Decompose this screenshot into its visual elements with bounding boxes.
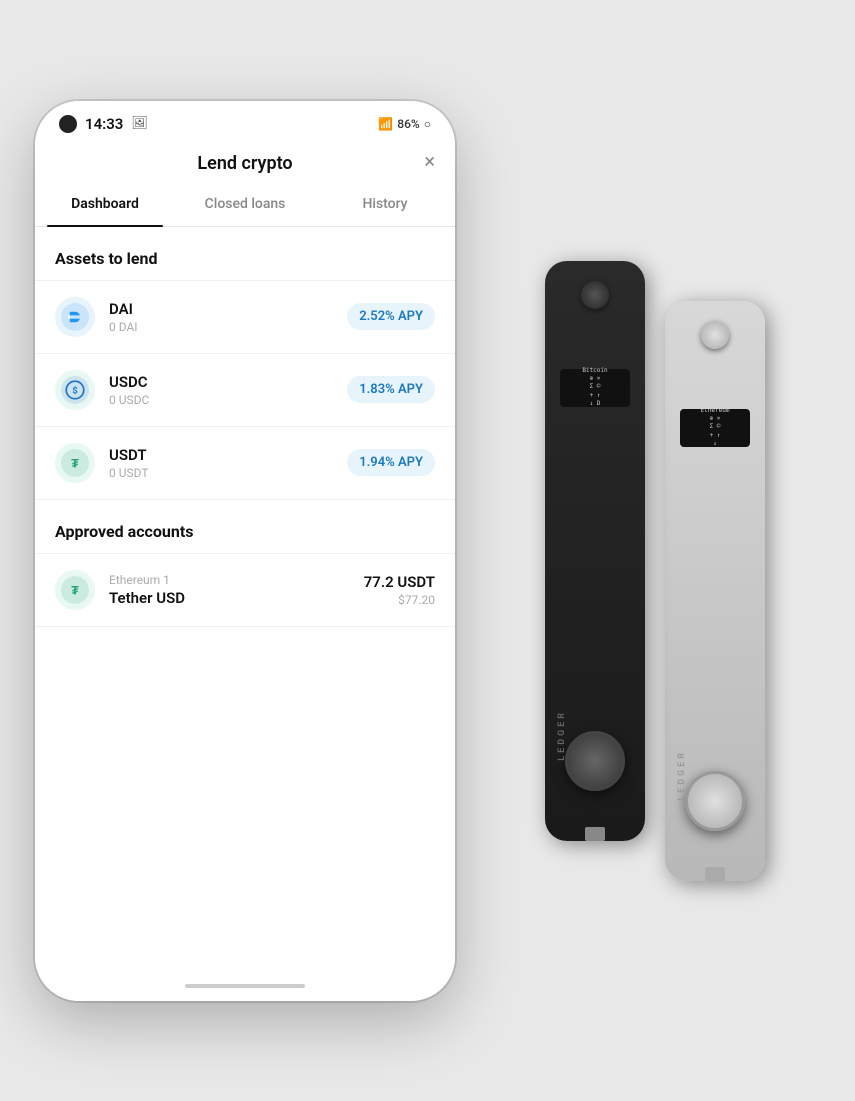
battery-icon: ○ xyxy=(424,117,431,131)
home-indicator xyxy=(35,971,455,1001)
usdt-apy-badge: 1.94% APY xyxy=(347,449,435,476)
asset-list: DAI 0 DAI 2.52% APY $ US xyxy=(35,280,455,500)
usdc-icon: $ xyxy=(55,370,95,410)
screen-text-silver: Ethereum⊕ ×Σ ©+ ↑↓ xyxy=(701,407,730,449)
app-header: Lend crypto × xyxy=(35,141,455,182)
ledger-label-silver: LEDGER xyxy=(677,750,687,801)
dai-icon xyxy=(55,297,95,337)
status-time: 14:33 xyxy=(85,115,123,133)
signal-icon: 📶 xyxy=(378,117,393,131)
tab-history[interactable]: History xyxy=(315,182,455,226)
ledger-device-black: Bitcoin⊕ ×Σ ©+ ↑↓ D LEDGER xyxy=(545,261,645,841)
dai-balance: 0 DAI xyxy=(109,320,333,334)
dai-info: DAI 0 DAI xyxy=(109,300,333,334)
approved-section-title: Approved accounts xyxy=(35,500,455,553)
asset-item-usdt[interactable]: ₮ USDT 0 USDT 1.94% APY xyxy=(35,427,455,500)
screen-text-black: Bitcoin⊕ ×Σ ©+ ↑↓ D xyxy=(582,367,607,409)
usdc-symbol: USDC xyxy=(109,373,333,391)
phone: 14:33 🖼 📶 86% ○ Lend crypto × Dashboard … xyxy=(35,101,455,1001)
battery-text: 86% xyxy=(397,117,419,131)
device-screen-black: Bitcoin⊕ ×Σ ©+ ↑↓ D xyxy=(560,369,630,407)
dai-symbol: DAI xyxy=(109,300,333,318)
usdc-info: USDC 0 USDC xyxy=(109,373,333,407)
approved-info: Ethereum 1 Tether USD xyxy=(109,573,350,607)
usdt-balance: 0 USDT xyxy=(109,466,333,480)
tab-dashboard[interactable]: Dashboard xyxy=(35,182,175,226)
ledger-device-silver: Ethereum⊕ ×Σ ©+ ↑↓ LEDGER xyxy=(665,301,765,881)
ledger-label-black: LEDGER xyxy=(557,710,567,761)
usb-connector-black xyxy=(585,827,605,841)
approved-amount-block: 77.2 USDT $77.20 xyxy=(364,573,435,607)
approved-usdt-icon: ₮ xyxy=(55,570,95,610)
device-screen-silver: Ethereum⊕ ×Σ ©+ ↑↓ xyxy=(680,409,750,447)
dai-apy-badge: 2.52% APY xyxy=(347,303,435,330)
close-button[interactable]: × xyxy=(424,151,435,171)
status-bar: 14:33 🖼 📶 86% ○ xyxy=(35,101,455,141)
home-bar xyxy=(185,984,305,988)
device-main-button-silver xyxy=(685,771,745,831)
phone-wrapper: 14:33 🖼 📶 86% ○ Lend crypto × Dashboard … xyxy=(0,0,490,1101)
asset-item-usdc[interactable]: $ USDC 0 USDC 1.83% APY xyxy=(35,354,455,427)
approved-account: Ethereum 1 xyxy=(109,573,350,587)
usdc-apy-badge: 1.83% APY xyxy=(347,376,435,403)
app-title: Lend crypto xyxy=(197,153,292,174)
tab-bar: Dashboard Closed loans History xyxy=(35,182,455,227)
approved-usd-amount: $77.20 xyxy=(364,593,435,607)
svg-text:₮: ₮ xyxy=(71,583,79,597)
ledger-devices: Bitcoin⊕ ×Σ ©+ ↑↓ D LEDGER Ethereum⊕ ×Σ … xyxy=(455,101,855,1001)
approved-name: Tether USD xyxy=(109,589,350,607)
device-body-silver: Ethereum⊕ ×Σ ©+ ↑↓ LEDGER xyxy=(665,301,765,881)
approved-list: ₮ Ethereum 1 Tether USD 77.2 USDT $77.20 xyxy=(35,553,455,627)
status-right: 📶 86% ○ xyxy=(378,117,431,131)
status-left: 14:33 🖼 xyxy=(59,115,148,133)
assets-section-title: Assets to lend xyxy=(35,227,455,280)
device-top-button-silver xyxy=(701,321,729,349)
usdc-balance: 0 USDC xyxy=(109,393,333,407)
device-main-button-black xyxy=(565,731,625,791)
svg-text:$: $ xyxy=(72,385,78,396)
asset-item-dai[interactable]: DAI 0 DAI 2.52% APY xyxy=(35,281,455,354)
device-body-black: Bitcoin⊕ ×Σ ©+ ↑↓ D LEDGER xyxy=(545,261,645,841)
camera-icon xyxy=(59,115,77,133)
approved-item-tether[interactable]: ₮ Ethereum 1 Tether USD 77.2 USDT $77.20 xyxy=(35,554,455,627)
usdt-symbol: USDT xyxy=(109,446,333,464)
tab-closed-loans[interactable]: Closed loans xyxy=(175,182,315,226)
usdt-info: USDT 0 USDT xyxy=(109,446,333,480)
approved-usdt-amount: 77.2 USDT xyxy=(364,573,435,591)
usb-connector-silver xyxy=(705,867,725,881)
usdt-icon: ₮ xyxy=(55,443,95,483)
device-top-button-black xyxy=(581,281,609,309)
photo-icon: 🖼 xyxy=(131,116,148,131)
app-content: Assets to lend DAI 0 DAI xyxy=(35,227,455,971)
svg-text:₮: ₮ xyxy=(71,456,79,470)
